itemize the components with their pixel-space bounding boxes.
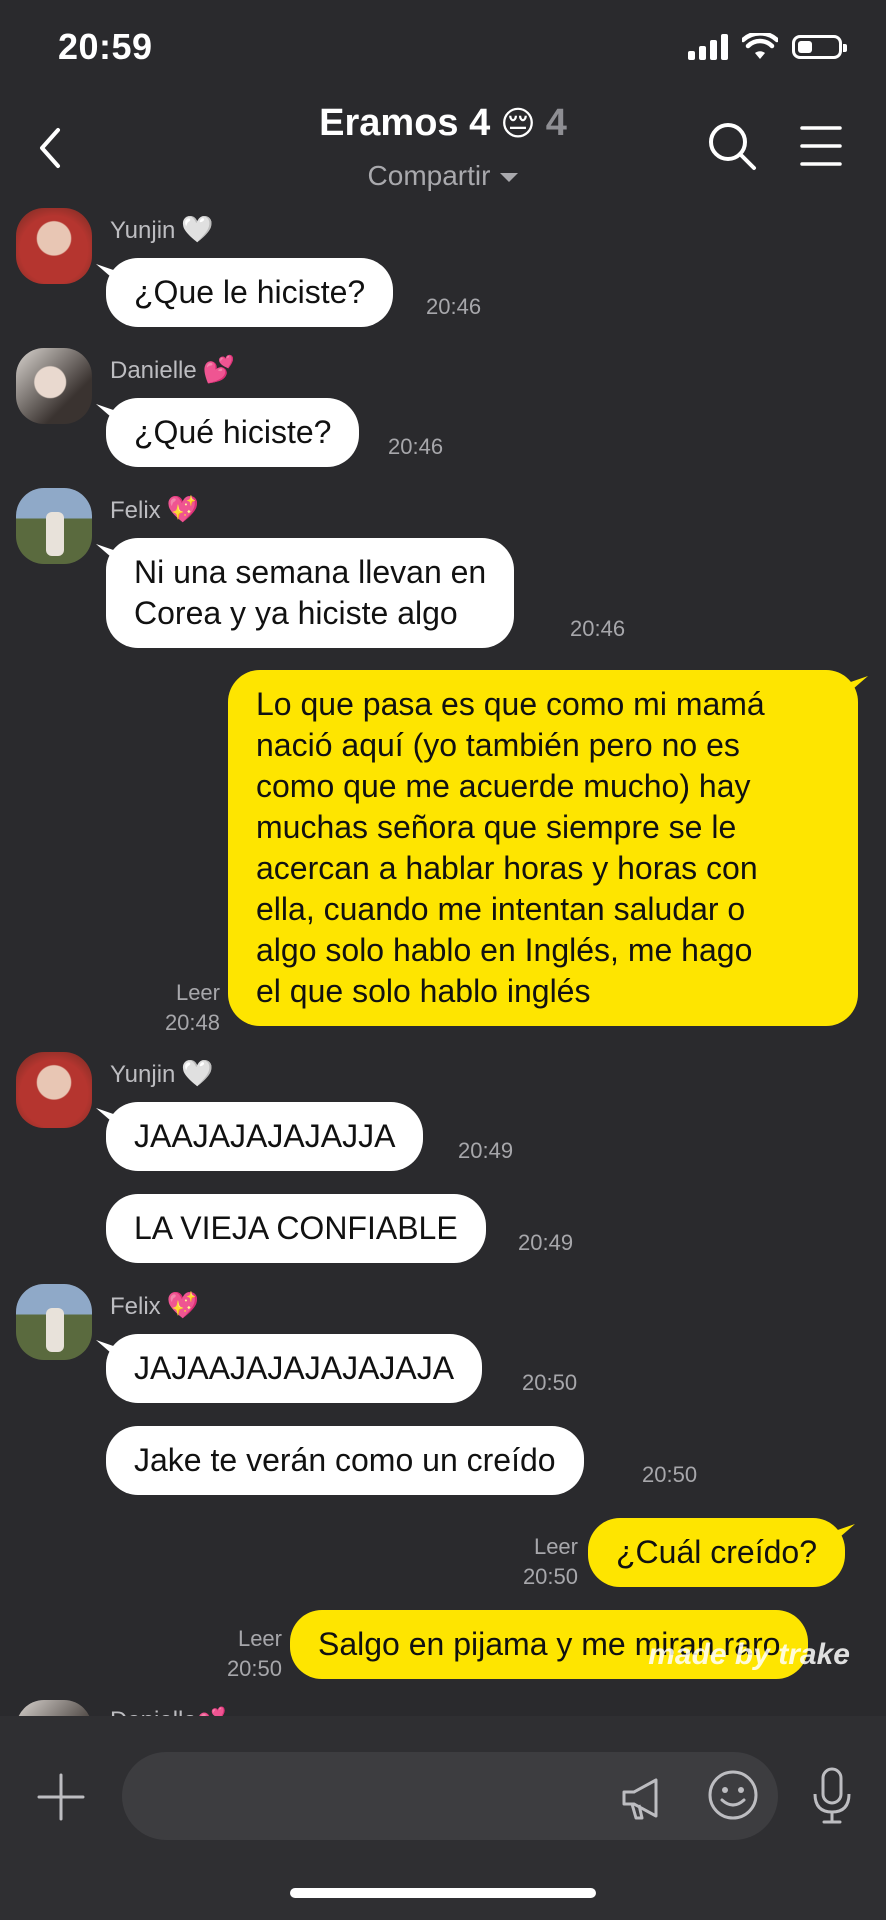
smiley-icon[interactable] <box>706 1768 760 1822</box>
white-heart-emoji: 🤍 <box>181 1058 214 1088</box>
message-bubble[interactable]: Jake te verán como un creído <box>106 1426 584 1495</box>
read-status: Leer 20:50 <box>522 1534 578 1589</box>
message-bubble[interactable]: LA VIEJA CONFIABLE <box>106 1194 486 1263</box>
message-time: 20:49 <box>458 1138 514 1163</box>
wifi-icon <box>742 33 778 59</box>
read-status: Leer 20:50 <box>226 1626 282 1681</box>
message-bubble[interactable]: Ni una semana llevan en Corea y ya hicis… <box>106 538 515 648</box>
status-icons <box>688 30 847 64</box>
avatar-yunjin[interactable] <box>16 1052 92 1128</box>
microphone-icon[interactable] <box>810 1766 854 1826</box>
sender-name: Felix 💖 <box>110 494 200 524</box>
sender-name: Yunjin 🤍 <box>110 1058 214 1088</box>
caret-down-icon <box>500 173 519 183</box>
plus-icon[interactable] <box>36 1772 86 1822</box>
message-time: 20:50 <box>642 1462 698 1487</box>
cellular-signal-icon <box>688 34 728 60</box>
watermark: made by trake <box>648 1638 850 1671</box>
pensive-face-emoji: 😔 <box>500 105 536 143</box>
message-time: 20:50 <box>522 1370 578 1395</box>
sender-name: Yunjin 🤍 <box>110 214 214 244</box>
message-bubble-outgoing[interactable]: ¿Cuál creído? <box>588 1518 845 1587</box>
white-heart-emoji: 🤍 <box>181 214 214 244</box>
status-time: 20:59 <box>58 26 153 67</box>
chat-header: Eramos 4 😔 4 Compartir <box>0 96 886 206</box>
message-bubble[interactable]: ¿Que le hiciste? <box>106 258 394 327</box>
sender-name: Danielle💕 <box>110 354 236 384</box>
message-time: 20:46 <box>426 294 482 319</box>
hamburger-menu-icon[interactable] <box>798 122 844 170</box>
avatar-yunjin[interactable] <box>16 208 92 284</box>
search-icon[interactable] <box>704 118 760 174</box>
message-time: 20:46 <box>388 434 444 459</box>
message-input-bar <box>0 1716 886 1920</box>
message-bubble[interactable]: JAJAAJAJAJAJAJAJA <box>106 1334 483 1403</box>
avatar-felix[interactable] <box>16 1284 92 1360</box>
read-status: Leer 20:48 <box>164 980 220 1035</box>
message-bubble-outgoing[interactable]: Lo que pasa es que como mi mamá nació aq… <box>228 670 858 1026</box>
two-hearts-emoji: 💕 <box>197 1707 227 1716</box>
megaphone-icon[interactable] <box>618 1772 670 1824</box>
avatar-danielle[interactable] <box>16 348 92 424</box>
avatar-danielle[interactable] <box>16 1700 92 1716</box>
home-indicator <box>290 1888 596 1898</box>
message-bubble[interactable]: ¿Qué hiciste? <box>106 398 360 467</box>
share-label: Compartir <box>367 160 491 191</box>
message-input[interactable] <box>122 1752 778 1840</box>
two-hearts-emoji: 💕 <box>202 354 236 384</box>
chat-messages[interactable]: Yunjin 🤍 ¿Que le hiciste? 20:46 Danielle 💕… <box>0 206 886 1716</box>
battery-icon <box>792 35 847 59</box>
sender-name: Felix 💖 <box>110 1290 200 1320</box>
message-time: 20:49 <box>518 1230 574 1255</box>
member-count: 4 <box>545 102 567 144</box>
status-bar: 20:59 <box>0 0 886 96</box>
avatar-felix[interactable] <box>16 488 92 564</box>
chat-title: Eramos 4 <box>319 102 491 144</box>
message-bubble[interactable]: JAAJAJAJAJAJJA <box>106 1102 424 1171</box>
sender-name: Danielle💕 <box>110 1706 227 1716</box>
sparkling-heart-emoji: 💖 <box>166 1290 200 1320</box>
sparkling-heart-emoji: 💖 <box>166 494 200 524</box>
message-time: 20:46 <box>570 616 626 641</box>
